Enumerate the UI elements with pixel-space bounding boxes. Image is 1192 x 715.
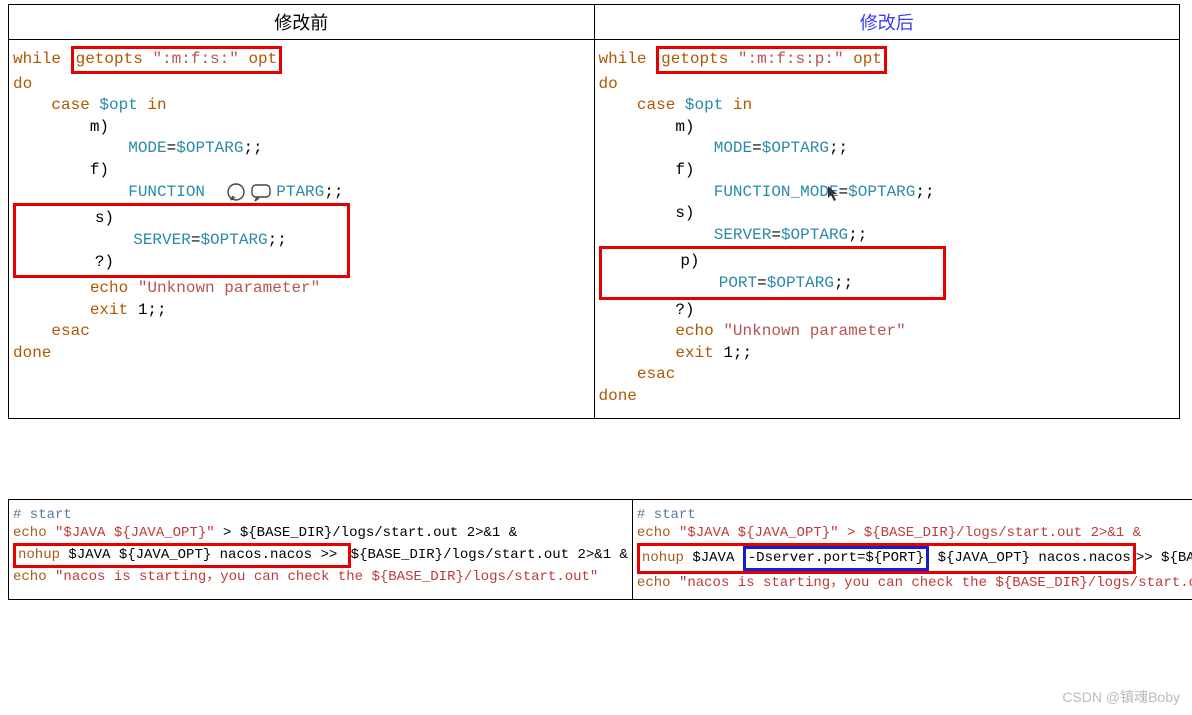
comment-start-l: # start xyxy=(13,507,72,523)
kw-opt: opt xyxy=(248,50,277,68)
case-m-r: m) xyxy=(599,118,695,136)
exit-line-r: exit 1;; xyxy=(599,344,753,362)
assign-func-r: FUNCTION_MODE=$OPTARG;; xyxy=(599,183,935,201)
case-s-r: s) xyxy=(599,204,695,222)
kw-while: while xyxy=(13,50,61,68)
echo1-l: echo "$JAVA ${JAVA_OPT}" > ${BASE_DIR}/l… xyxy=(13,525,517,541)
comment-bubbles-icon xyxy=(224,182,276,202)
assign-server: SERVER=$OPTARG;; xyxy=(18,231,287,249)
kw-done-r: done xyxy=(599,387,637,405)
assign-port-r: PORT=$OPTARG;; xyxy=(604,274,854,292)
header-after: 修改后 xyxy=(594,5,1180,40)
case-s: s) xyxy=(18,209,114,227)
highlight-port-block: p) PORT=$OPTARG;; xyxy=(599,246,947,299)
case-f-r: f) xyxy=(599,161,695,179)
assign-server-r: SERVER=$OPTARG;; xyxy=(599,226,868,244)
assign-func: FUNCTION PTARG;; xyxy=(13,183,343,201)
echo1-r: echo "$JAVA ${JAVA_OPT}" > ${BASE_DIR}/l… xyxy=(637,525,1141,541)
comment-start-r: # start xyxy=(637,507,696,523)
highlight-server-block: s) SERVER=$OPTARG;; ?) xyxy=(13,203,350,278)
highlight-nohup-l: nohup $JAVA ${JAVA_OPT} nacos.nacos >> xyxy=(13,543,351,568)
str-opts-before: ":m:f:s:" xyxy=(152,50,248,68)
highlight-getopts-after: getopts ":m:f:s:p:" opt xyxy=(656,46,887,74)
watermark: CSDN @镇魂Boby xyxy=(1062,687,1180,707)
case-q: ?) xyxy=(18,253,114,271)
kw-esac-r: esac xyxy=(599,365,676,383)
echo-unknown-r: echo "Unknown parameter" xyxy=(599,322,906,340)
diff-table-bottom: # start echo "$JAVA ${JAVA_OPT}" > ${BAS… xyxy=(8,499,1192,601)
kw-while-r: while xyxy=(599,50,657,68)
highlight-nohup-r: nohup $JAVA -Dserver.port=${PORT} ${JAVA… xyxy=(637,543,1136,574)
case-m: m) xyxy=(13,118,109,136)
highlight-port-arg: -Dserver.port=${PORT} xyxy=(743,546,929,571)
kw-done: done xyxy=(13,344,51,362)
exit-line: exit 1;; xyxy=(13,301,167,319)
kw-opt-r: opt xyxy=(853,50,882,68)
echo2-l: echo "nacos is starting，you can check th… xyxy=(13,569,598,585)
nohup-r: nohup $JAVA -Dserver.port=${PORT} ${JAVA… xyxy=(637,550,1192,566)
diff-table-top: 修改前 修改后 while getopts ":m:f:s:" opt do c… xyxy=(8,4,1180,419)
kw-do-r: do xyxy=(599,75,618,93)
case-line: case $opt in xyxy=(13,96,167,114)
case-q-r: ?) xyxy=(599,301,695,319)
kw-getopts-r: getopts xyxy=(661,50,738,68)
code-after: while getopts ":m:f:s:p:" opt do case $o… xyxy=(594,40,1180,419)
header-before: 修改前 xyxy=(9,5,595,40)
assign-mode-r: MODE=$OPTARG;; xyxy=(599,139,849,157)
echo2-r: echo "nacos is starting，you can check th… xyxy=(637,575,1192,591)
str-opts-after: ":m:f:s:p:" xyxy=(738,50,853,68)
kw-esac: esac xyxy=(13,322,90,340)
case-f: f) xyxy=(13,161,109,179)
echo-unknown: echo "Unknown parameter" xyxy=(13,279,320,297)
kw-do: do xyxy=(13,75,32,93)
kw-getopts: getopts xyxy=(76,50,153,68)
case-line-r: case $opt in xyxy=(599,96,753,114)
start-before: # start echo "$JAVA ${JAVA_OPT}" > ${BAS… xyxy=(9,499,633,600)
nohup-l: nohup $JAVA ${JAVA_OPT} nacos.nacos >> $… xyxy=(13,547,628,563)
code-before: while getopts ":m:f:s:" opt do case $opt… xyxy=(9,40,595,419)
start-after: # start echo "$JAVA ${JAVA_OPT}" > ${BAS… xyxy=(632,499,1192,600)
case-p-r: p) xyxy=(604,252,700,270)
assign-mode: MODE=$OPTARG;; xyxy=(13,139,263,157)
highlight-getopts-before: getopts ":m:f:s:" opt xyxy=(71,46,283,74)
